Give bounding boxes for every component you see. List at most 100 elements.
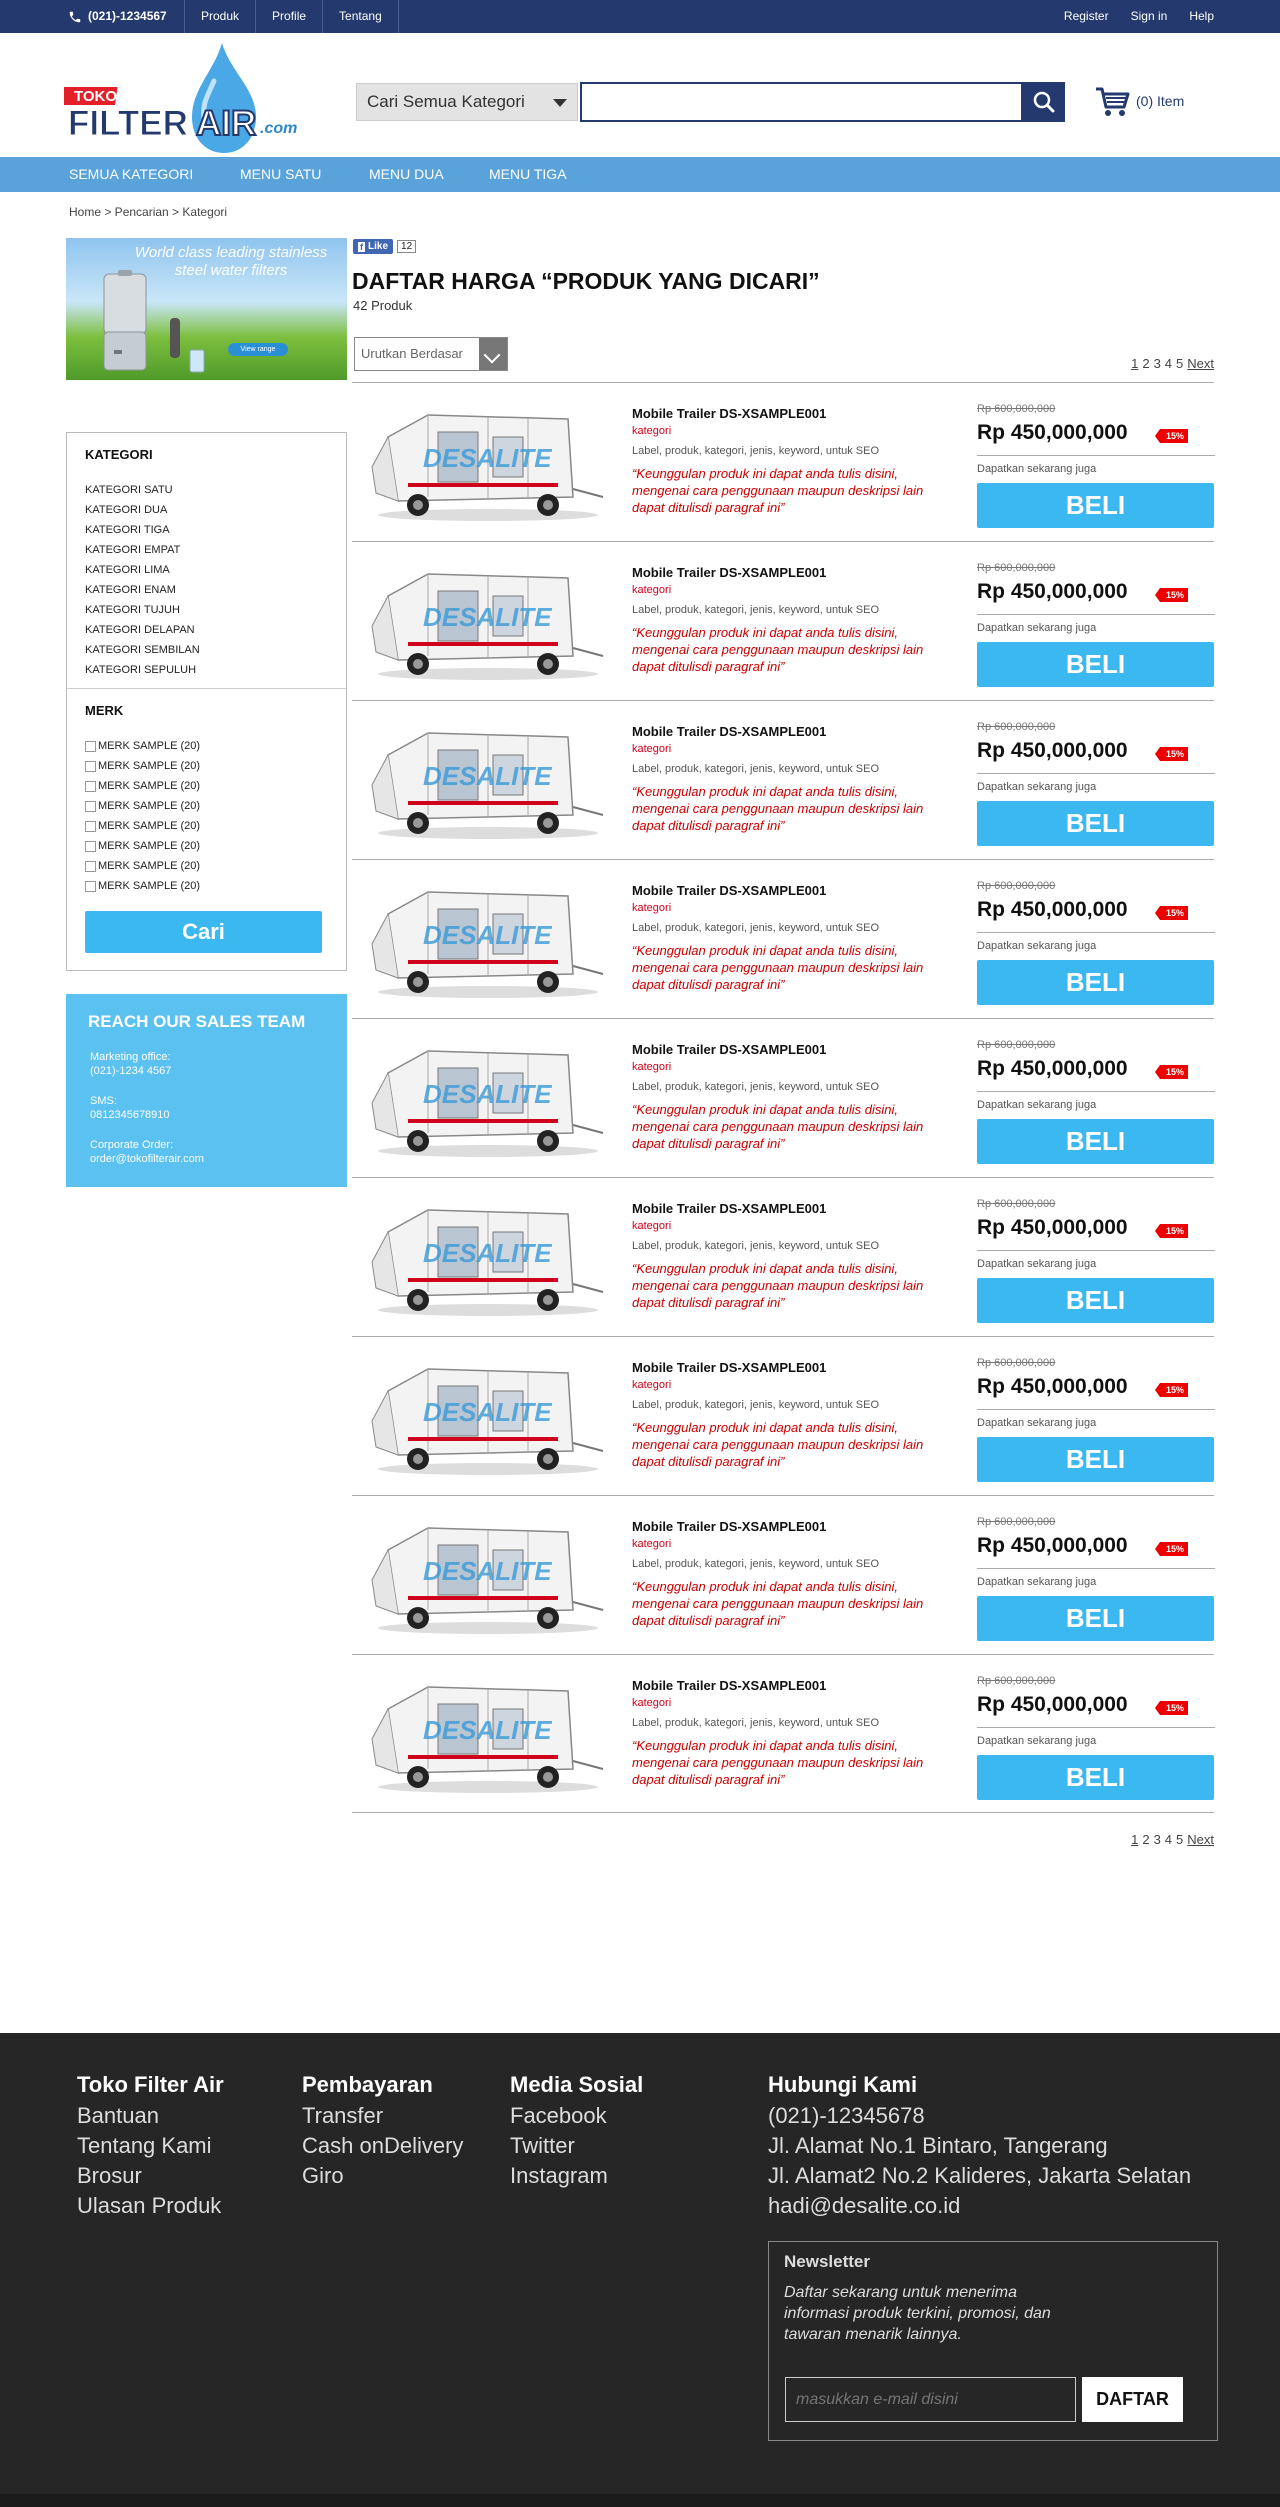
trailer-image[interactable]: DESALITE	[368, 1192, 608, 1322]
merk-option[interactable]: MERK SAMPLE (20)	[85, 856, 200, 876]
page-link[interactable]: 3	[1154, 356, 1161, 371]
menu-tiga[interactable]: MENU TIGA	[489, 157, 567, 192]
page-link[interactable]: 1	[1131, 356, 1138, 371]
checkbox[interactable]	[85, 840, 96, 852]
buy-button[interactable]: BELI	[977, 960, 1214, 1005]
buy-button[interactable]: BELI	[977, 483, 1214, 528]
page-link[interactable]: 1	[1131, 1832, 1138, 1847]
checkbox[interactable]	[85, 880, 96, 892]
trailer-image[interactable]: DESALITE	[368, 1351, 608, 1481]
footer-link[interactable]: Twitter	[510, 2131, 643, 2161]
page-link[interactable]: 5	[1176, 356, 1183, 371]
footer-link[interactable]: Tentang Kami	[77, 2131, 224, 2161]
page-link[interactable]: 2	[1142, 1832, 1149, 1847]
register-link[interactable]: Register	[1064, 0, 1109, 33]
trailer-image[interactable]: DESALITE	[368, 1510, 608, 1640]
product-category[interactable]: kategori	[632, 1061, 671, 1073]
top-nav-tentang[interactable]: Tentang	[322, 0, 399, 33]
category-item[interactable]: KATEGORI ENAM	[85, 580, 200, 600]
top-nav-produk[interactable]: Produk	[184, 0, 255, 33]
merk-option[interactable]: MERK SAMPLE (20)	[85, 876, 200, 896]
product-name[interactable]: Mobile Trailer DS-XSAMPLE001	[632, 1201, 826, 1216]
checkbox[interactable]	[85, 780, 96, 792]
footer-contact[interactable]: hadi@desalite.co.id	[768, 2191, 1191, 2221]
page-link[interactable]: 4	[1165, 356, 1172, 371]
trailer-image[interactable]: DESALITE	[368, 1669, 608, 1799]
product-name[interactable]: Mobile Trailer DS-XSAMPLE001	[632, 883, 826, 898]
product-category[interactable]: kategori	[632, 1379, 671, 1391]
top-nav-profile[interactable]: Profile	[255, 0, 322, 33]
category-select[interactable]: Cari Semua Kategori	[356, 83, 578, 121]
product-name[interactable]: Mobile Trailer DS-XSAMPLE001	[632, 1360, 826, 1375]
next-page-link[interactable]: Next	[1187, 356, 1214, 371]
menu-satu[interactable]: MENU SATU	[240, 157, 321, 192]
merk-option[interactable]: MERK SAMPLE (20)	[85, 816, 200, 836]
footer-link[interactable]: Instagram	[510, 2161, 643, 2191]
help-link[interactable]: Help	[1189, 0, 1214, 33]
category-item[interactable]: KATEGORI TUJUH	[85, 600, 200, 620]
view-range-button[interactable]: View range	[228, 343, 288, 356]
product-category[interactable]: kategori	[632, 902, 671, 914]
product-category[interactable]: kategori	[632, 1220, 671, 1232]
checkbox[interactable]	[85, 800, 96, 812]
page-link[interactable]: 3	[1154, 1832, 1161, 1847]
merk-option[interactable]: MERK SAMPLE (20)	[85, 736, 200, 756]
page-link[interactable]: 5	[1176, 1832, 1183, 1847]
trailer-image[interactable]: DESALITE	[368, 556, 608, 686]
category-item[interactable]: KATEGORI DELAPAN	[85, 620, 200, 640]
buy-button[interactable]: BELI	[977, 1278, 1214, 1323]
footer-link[interactable]: Bantuan	[77, 2101, 224, 2131]
trailer-image[interactable]: DESALITE	[368, 715, 608, 845]
trailer-image[interactable]: DESALITE	[368, 397, 608, 527]
buy-button[interactable]: BELI	[977, 1119, 1214, 1164]
category-item[interactable]: KATEGORI EMPAT	[85, 540, 200, 560]
category-item[interactable]: KATEGORI LIMA	[85, 560, 200, 580]
breadcrumb[interactable]: Home > Pencarian > Kategori	[69, 205, 227, 219]
next-page-link[interactable]: Next	[1187, 1832, 1214, 1847]
product-name[interactable]: Mobile Trailer DS-XSAMPLE001	[632, 406, 826, 421]
product-category[interactable]: kategori	[632, 425, 671, 437]
promo-banner[interactable]: World class leading stainless steel wate…	[66, 238, 347, 380]
like-button[interactable]: f Like	[353, 239, 394, 254]
buy-button[interactable]: BELI	[977, 801, 1214, 846]
trailer-image[interactable]: DESALITE	[368, 1033, 608, 1163]
merk-option[interactable]: MERK SAMPLE (20)	[85, 756, 200, 776]
site-logo[interactable]: TOKO FILTER AIR .com	[64, 41, 314, 155]
sign-in-link[interactable]: Sign in	[1131, 0, 1168, 33]
page-link[interactable]: 4	[1165, 1832, 1172, 1847]
product-name[interactable]: Mobile Trailer DS-XSAMPLE001	[632, 724, 826, 739]
checkbox[interactable]	[85, 820, 96, 832]
search-input[interactable]	[580, 82, 1023, 122]
footer-link[interactable]: Ulasan Produk	[77, 2191, 224, 2221]
buy-button[interactable]: BELI	[977, 1755, 1214, 1800]
footer-link[interactable]: Giro	[302, 2161, 463, 2191]
cari-button[interactable]: Cari	[85, 911, 322, 953]
merk-option[interactable]: MERK SAMPLE (20)	[85, 836, 200, 856]
product-name[interactable]: Mobile Trailer DS-XSAMPLE001	[632, 1678, 826, 1693]
merk-option[interactable]: MERK SAMPLE (20)	[85, 796, 200, 816]
checkbox[interactable]	[85, 760, 96, 772]
sort-select[interactable]: Urutkan Berdasar	[354, 337, 508, 371]
footer-link[interactable]: Facebook	[510, 2101, 643, 2131]
daftar-button[interactable]: DAFTAR	[1082, 2377, 1183, 2422]
buy-button[interactable]: BELI	[977, 1596, 1214, 1641]
category-item[interactable]: KATEGORI SATU	[85, 480, 200, 500]
merk-option[interactable]: MERK SAMPLE (20)	[85, 776, 200, 796]
buy-button[interactable]: BELI	[977, 1437, 1214, 1482]
product-category[interactable]: kategori	[632, 743, 671, 755]
menu-semua-kategori[interactable]: SEMUA KATEGORI	[69, 157, 193, 192]
checkbox[interactable]	[85, 740, 96, 752]
category-item[interactable]: KATEGORI SEPULUH	[85, 660, 200, 680]
search-button[interactable]	[1022, 82, 1065, 122]
product-name[interactable]: Mobile Trailer DS-XSAMPLE001	[632, 1042, 826, 1057]
cart[interactable]: (0) Item	[1094, 85, 1184, 117]
footer-link[interactable]: Cash onDelivery	[302, 2131, 463, 2161]
product-category[interactable]: kategori	[632, 584, 671, 596]
product-name[interactable]: Mobile Trailer DS-XSAMPLE001	[632, 565, 826, 580]
menu-dua[interactable]: MENU DUA	[369, 157, 444, 192]
facebook-like[interactable]: f Like 12	[353, 239, 417, 254]
product-category[interactable]: kategori	[632, 1697, 671, 1709]
footer-link[interactable]: Transfer	[302, 2101, 463, 2131]
page-link[interactable]: 2	[1142, 356, 1149, 371]
trailer-image[interactable]: DESALITE	[368, 874, 608, 1004]
